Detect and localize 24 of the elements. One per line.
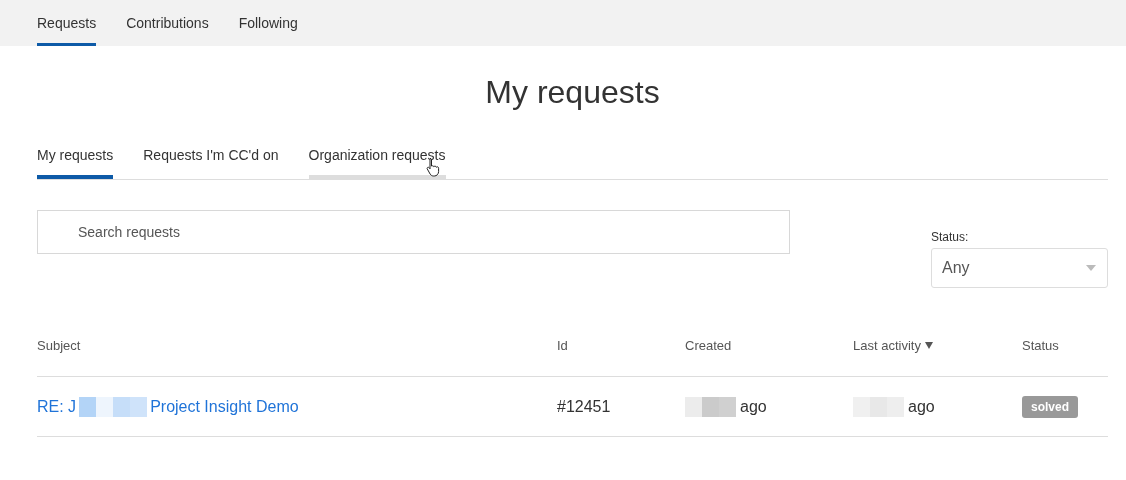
request-tab[interactable]: Organization requests <box>308 143 446 179</box>
caret-icon <box>1086 265 1096 271</box>
request-tab[interactable]: My requests <box>37 143 114 179</box>
nav-tab[interactable]: Following <box>238 0 298 46</box>
column-header[interactable]: Created <box>685 338 732 353</box>
created-time: ago <box>740 397 767 416</box>
nav-tab[interactable]: Requests <box>37 0 97 46</box>
column-header[interactable]: Status <box>1022 338 1059 353</box>
redaction-mark <box>79 396 148 417</box>
page-title: My requests <box>484 73 661 112</box>
request-subject-link[interactable]: RE: J Project Insight Demo <box>37 396 299 417</box>
request-id: #12451 <box>557 397 611 416</box>
column-header[interactable]: Last activity <box>853 338 933 353</box>
nav-tab[interactable]: Contributions <box>126 0 209 46</box>
status-badge: solved <box>1022 395 1078 418</box>
sort-down-icon <box>924 342 933 349</box>
column-header[interactable]: Subject <box>37 338 81 353</box>
redaction-mark <box>685 396 736 417</box>
column-header[interactable]: Id <box>557 338 568 353</box>
request-tab[interactable]: Requests I'm CC'd on <box>143 143 279 179</box>
status-dropdown[interactable]: Any <box>931 248 1108 288</box>
search-field[interactable]: Search requests <box>37 210 790 254</box>
status-label: Status: <box>931 230 970 244</box>
last-activity-time: ago <box>908 397 935 416</box>
